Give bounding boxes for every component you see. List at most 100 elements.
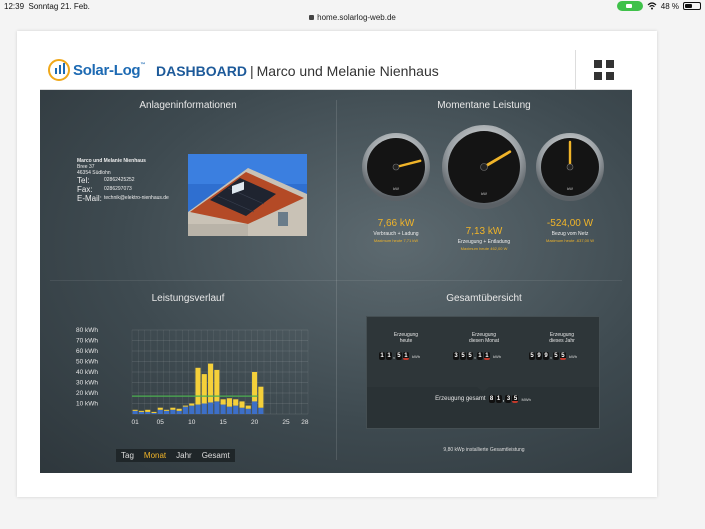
y-tick-label: 10 kWh [76, 401, 98, 408]
bar-yellow [189, 403, 195, 406]
bar-blue [214, 401, 220, 414]
bar-blue [195, 404, 201, 414]
fax-label: Fax: [77, 185, 93, 194]
bar-blue [258, 407, 264, 414]
bar-yellow [226, 398, 232, 407]
status-time: 12:39 Sonntag 21. Feb. [4, 2, 90, 11]
dashboard-header: Solar-Log™ DASHBOARD | Marco und Melanie N… [40, 50, 632, 90]
consumption-label: Verbrauch + Ladung [373, 231, 419, 237]
gauge-production: kW [442, 125, 526, 209]
tel-label: Tel: [77, 176, 90, 185]
owner-name: Marco und Melanie Nienhaus [256, 63, 439, 79]
totals-title: Gesamtübersicht [446, 293, 522, 304]
bar-blue [182, 406, 188, 414]
bar-blue [176, 410, 182, 414]
bar-yellow [157, 407, 163, 410]
total-counter: Erzeugung gesamt 8 1, 3 5 MWh [435, 395, 531, 403]
x-tick-label: 25 [282, 419, 290, 426]
bar-yellow [245, 405, 251, 409]
bar-yellow [151, 411, 157, 413]
bar-yellow [145, 409, 151, 412]
bar-blue [252, 401, 258, 414]
page-title: DASHBOARD | Marco und Melanie Nienhaus [156, 63, 439, 79]
tab-jahr[interactable]: Jahr [171, 449, 197, 462]
y-tick-label: 30 kWh [76, 380, 98, 387]
lock-icon [309, 15, 315, 20]
bar-blue [226, 406, 232, 414]
logo-sun-icon [48, 59, 70, 81]
history-tabs: Tag Monat Jahr Gesamt [116, 449, 235, 462]
status-bar: 12:39 Sonntag 21. Feb. 48 % [0, 0, 705, 14]
bar-blue [220, 404, 226, 414]
production-label: Erzeugung + Entladung [457, 239, 511, 245]
tel-value: 02862425252 [104, 177, 135, 183]
url-bar[interactable]: home.solarlog-web.de [0, 13, 705, 22]
bar-yellow [138, 410, 144, 412]
bar-yellow [233, 399, 239, 406]
battery-percent: 48 % [660, 1, 679, 11]
bar-yellow [239, 401, 245, 408]
y-tick-label: 50 kWh [76, 359, 98, 366]
bar-blue [233, 405, 239, 414]
year-counter: 5 9 9, 5 5 kWh [529, 352, 577, 360]
bar-yellow [132, 409, 138, 411]
url-text: home.solarlog-web.de [317, 13, 396, 22]
y-tick-label: 80 kWh [76, 327, 98, 334]
x-tick-label: 28 [301, 419, 309, 426]
bar-blue [145, 411, 151, 414]
grid-label: Bezug vom Netz [551, 231, 589, 237]
logo-text: Solar-Log™ [73, 61, 146, 79]
gauge-consumption: kW [362, 133, 430, 201]
bar-blue [138, 411, 144, 414]
x-tick-label: 01 [132, 419, 140, 426]
tab-monat[interactable]: Monat [139, 449, 171, 462]
plant-photo [188, 154, 307, 236]
status-right: 48 % [616, 1, 701, 11]
current-power-title: Momentane Leistung [437, 100, 531, 111]
bar-blue [164, 410, 170, 414]
y-tick-label: 70 kWh [76, 338, 98, 345]
bar-blue [239, 407, 245, 414]
plant-info: Marco und Melanie Nienhaus Bree 37 46354… [77, 158, 169, 203]
year-label: Erzeugung dieses Jahr [549, 332, 575, 344]
today-counter: 1 1, 5 1 kWh [379, 352, 420, 360]
screen: 12:39 Sonntag 21. Feb. 48 % home.solarlo… [0, 0, 705, 529]
fax-value: 0286297073 [104, 186, 132, 192]
bar-blue [189, 405, 195, 414]
bar-yellow [220, 399, 226, 405]
tab-tag[interactable]: Tag [116, 449, 139, 462]
totals-box: Erzeugung heute Erzeugung diesen Monat Erz… [366, 316, 600, 429]
y-tick-label: 20 kWh [76, 390, 98, 397]
svg-text:kW: kW [567, 186, 573, 191]
bar-yellow [176, 408, 182, 411]
svg-text:kW: kW [481, 191, 487, 196]
consumption-max: Maximum heute 7,71 kW [373, 238, 419, 243]
grid-icon [594, 60, 602, 68]
bar-blue [245, 408, 251, 414]
dashboard-panel: Anlageninformationen Marco und Melanie N… [40, 90, 632, 473]
grid-value: -524,00 W [546, 218, 594, 229]
menu-grid-button[interactable] [575, 50, 632, 90]
wifi-icon [647, 2, 657, 10]
bar-blue [132, 410, 138, 414]
bar-blue [201, 403, 207, 414]
bar-yellow [170, 407, 176, 410]
tab-gesamt[interactable]: Gesamt [197, 449, 235, 462]
gauges: kW kW kW [362, 125, 604, 209]
today-label: Erzeugung heute [393, 332, 419, 344]
email-label: E-Mail: [77, 194, 102, 203]
x-tick-label: 05 [157, 419, 165, 426]
solarlog-logo[interactable]: Solar-Log™ [48, 59, 145, 81]
bar-yellow [182, 405, 188, 407]
x-tick-label: 10 [188, 419, 196, 426]
grid-max: Maximum heute -637,00 W [545, 238, 595, 243]
bar-yellow [258, 386, 264, 408]
bar-blue [157, 409, 163, 414]
total-label: Erzeugung gesamt [435, 396, 486, 402]
bar-yellow [164, 409, 170, 411]
gauge-grid: kW [536, 133, 604, 201]
email-value[interactable]: technik@elektro-nienhaus.de [104, 194, 169, 203]
bar-yellow [201, 374, 207, 404]
month-counter: 3 5 5, 1 1 kWh [453, 352, 501, 360]
y-tick-label: 40 kWh [76, 369, 98, 376]
